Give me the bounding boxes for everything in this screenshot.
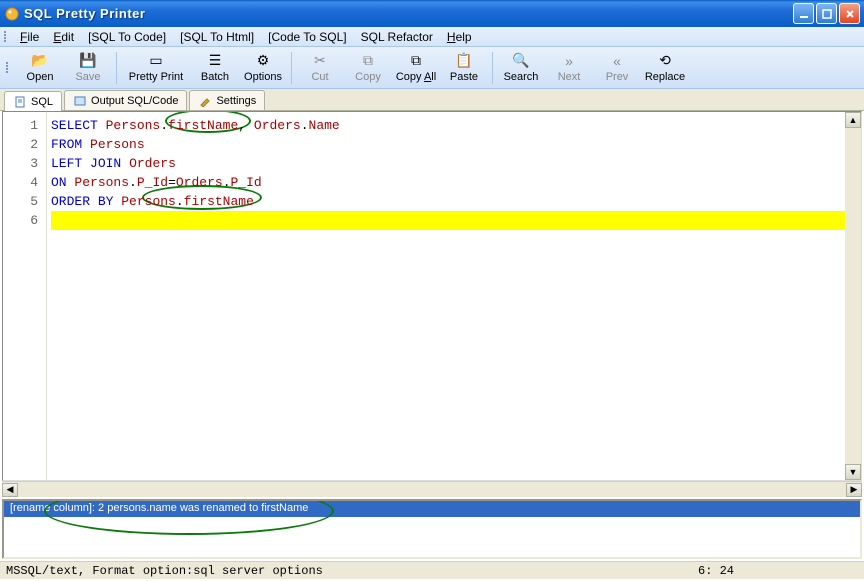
next-icon: » xyxy=(561,53,577,69)
tab-settings[interactable]: Settings xyxy=(189,90,265,110)
document-icon xyxy=(13,95,27,109)
paste-button[interactable]: 📋Paste xyxy=(440,49,488,87)
horizontal-scrollbar[interactable]: ◀ ▶ xyxy=(2,481,862,497)
copy-all-button[interactable]: ⧉Copy All xyxy=(392,49,440,87)
open-button[interactable]: 📂Open xyxy=(16,49,64,87)
line-number: 1 xyxy=(3,116,38,135)
code-editor[interactable]: 123456 SELECT Persons.firstName, Orders.… xyxy=(2,111,862,481)
window-titlebar: SQL Pretty Printer xyxy=(0,0,864,27)
menu-sql-to-html[interactable]: [SQL To Html] xyxy=(174,28,260,46)
toolbar: 📂Open 💾Save ▭Pretty Print ☰Batch ⚙Option… xyxy=(0,47,864,89)
replace-button[interactable]: ⟲Replace xyxy=(641,49,689,87)
window-title: SQL Pretty Printer xyxy=(24,6,793,21)
tab-output[interactable]: Output SQL/Code xyxy=(64,90,187,110)
line-number: 5 xyxy=(3,192,38,211)
minimize-button[interactable] xyxy=(793,3,814,24)
code-line[interactable]: ORDER BY Persons.firstName xyxy=(51,192,861,211)
code-area[interactable]: SELECT Persons.firstName, Orders.NameFRO… xyxy=(47,112,861,480)
copy-button[interactable]: ⧉Copy xyxy=(344,49,392,87)
scroll-up-icon[interactable]: ▲ xyxy=(845,112,861,128)
menu-help[interactable]: Help xyxy=(441,28,478,46)
next-button[interactable]: »Next xyxy=(545,49,593,87)
message-panel[interactable]: [rename column]: 2 persons.name was rena… xyxy=(2,499,862,559)
status-cursor-position: 6: 24 xyxy=(698,564,858,578)
save-icon: 💾 xyxy=(80,53,96,69)
tab-sql[interactable]: SQL xyxy=(4,91,62,111)
status-format: MSSQL/text, Format option:sql server opt… xyxy=(6,564,698,578)
document-icon: ▭ xyxy=(148,53,164,69)
code-line[interactable]: LEFT JOIN Orders xyxy=(51,154,861,173)
scissors-icon: ✂ xyxy=(312,53,328,69)
message-row[interactable]: [rename column]: 2 persons.name was rena… xyxy=(4,501,860,517)
grip-icon xyxy=(6,62,12,73)
line-number: 6 xyxy=(3,211,38,230)
stack-icon: ☰ xyxy=(207,53,223,69)
code-line[interactable] xyxy=(51,211,857,230)
maximize-button[interactable] xyxy=(816,3,837,24)
code-line[interactable]: FROM Persons xyxy=(51,135,861,154)
menu-sql-to-code[interactable]: [SQL To Code] xyxy=(82,28,172,46)
prev-button[interactable]: «Prev xyxy=(593,49,641,87)
code-line[interactable]: SELECT Persons.firstName, Orders.Name xyxy=(51,116,861,135)
menubar: File Edit [SQL To Code] [SQL To Html] [C… xyxy=(0,27,864,47)
app-icon xyxy=(4,6,20,22)
toolbar-separator xyxy=(291,52,292,84)
line-number-gutter: 123456 xyxy=(3,112,47,480)
menu-file[interactable]: File xyxy=(14,28,45,46)
statusbar: MSSQL/text, Format option:sql server opt… xyxy=(0,561,864,579)
window-controls xyxy=(793,3,860,24)
binoculars-icon: 🔍 xyxy=(513,53,529,69)
close-button[interactable] xyxy=(839,3,860,24)
line-number: 4 xyxy=(3,173,38,192)
batch-button[interactable]: ☰Batch xyxy=(191,49,239,87)
scroll-left-icon[interactable]: ◀ xyxy=(2,483,18,497)
vertical-scrollbar[interactable]: ▲ ▼ xyxy=(845,112,861,480)
pretty-print-button[interactable]: ▭Pretty Print xyxy=(121,49,191,87)
tabbar: SQL Output SQL/Code Settings xyxy=(0,89,864,111)
menu-sql-refactor[interactable]: SQL Refactor xyxy=(355,28,439,46)
copy-all-icon: ⧉ xyxy=(408,53,424,69)
scroll-track[interactable] xyxy=(845,128,861,464)
save-button[interactable]: 💾Save xyxy=(64,49,112,87)
options-button[interactable]: ⚙Options xyxy=(239,49,287,87)
menu-edit[interactable]: Edit xyxy=(47,28,80,46)
scroll-down-icon[interactable]: ▼ xyxy=(845,464,861,480)
code-line[interactable]: ON Persons.P_Id=Orders.P_Id xyxy=(51,173,861,192)
paste-icon: 📋 xyxy=(456,53,472,69)
replace-icon: ⟲ xyxy=(657,53,673,69)
output-icon xyxy=(73,94,87,108)
search-button[interactable]: 🔍Search xyxy=(497,49,545,87)
scroll-track[interactable] xyxy=(18,483,846,497)
copy-icon: ⧉ xyxy=(360,53,376,69)
scroll-right-icon[interactable]: ▶ xyxy=(846,483,862,497)
folder-open-icon: 📂 xyxy=(32,53,48,69)
cut-button[interactable]: ✂Cut xyxy=(296,49,344,87)
toolbar-separator xyxy=(492,52,493,84)
line-number: 3 xyxy=(3,154,38,173)
line-number: 2 xyxy=(3,135,38,154)
prev-icon: « xyxy=(609,53,625,69)
gear-icon: ⚙ xyxy=(255,53,271,69)
grip-icon xyxy=(4,31,10,42)
menu-code-to-sql[interactable]: [Code To SQL] xyxy=(262,28,353,46)
wrench-icon xyxy=(198,94,212,108)
toolbar-separator xyxy=(116,52,117,84)
